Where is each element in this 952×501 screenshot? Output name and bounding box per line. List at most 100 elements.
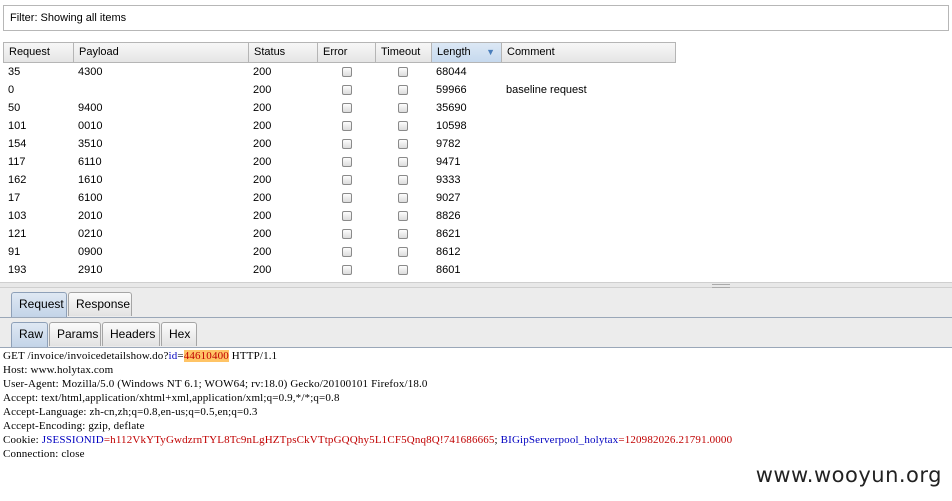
sort-descending-icon: ▼ bbox=[486, 47, 495, 57]
timeout-checkbox[interactable] bbox=[398, 229, 408, 239]
cell-comment bbox=[501, 153, 676, 171]
cell-payload: 0010 bbox=[78, 120, 103, 132]
timeout-checkbox[interactable] bbox=[398, 175, 408, 185]
cell-length: 68044 bbox=[436, 66, 467, 78]
table-row[interactable]: 17 6100 200 9027 bbox=[3, 189, 676, 207]
cell-status: 200 bbox=[253, 120, 272, 132]
tab-request[interactable]: Request bbox=[11, 292, 67, 317]
filter-bar[interactable]: Filter: Showing all items bbox=[3, 5, 949, 31]
table-body: 35 4300 200 68044 0 200 59966 baseline request 5… bbox=[3, 63, 676, 279]
table-row[interactable]: 103 2010 200 8826 bbox=[3, 207, 676, 225]
table-row[interactable]: 101 0010 200 10598 bbox=[3, 117, 676, 135]
error-checkbox[interactable] bbox=[342, 229, 352, 239]
timeout-checkbox[interactable] bbox=[398, 139, 408, 149]
table-row[interactable]: 35 4300 200 68044 bbox=[3, 63, 676, 81]
column-header-comment[interactable]: Comment bbox=[502, 43, 676, 62]
cell-payload: 3510 bbox=[78, 138, 103, 150]
error-checkbox[interactable] bbox=[342, 121, 352, 131]
table-row[interactable]: 50 9400 200 35690 bbox=[3, 99, 676, 117]
cell-comment bbox=[501, 225, 676, 243]
tab-raw[interactable]: Raw bbox=[11, 322, 48, 347]
request-line-path: GET /invoice/invoicedetailshow.do? bbox=[3, 350, 169, 362]
message-tabs: Request Response bbox=[0, 288, 952, 318]
column-header-error[interactable]: Error bbox=[318, 43, 376, 62]
column-header-payload[interactable]: Payload bbox=[74, 43, 249, 62]
error-checkbox[interactable] bbox=[342, 265, 352, 275]
column-header-length[interactable]: Length ▼ bbox=[432, 43, 502, 62]
error-checkbox[interactable] bbox=[342, 139, 352, 149]
cell-status: 200 bbox=[253, 156, 272, 168]
error-checkbox[interactable] bbox=[342, 103, 352, 113]
cell-length: 8826 bbox=[436, 210, 461, 222]
cell-request: 0 bbox=[8, 84, 15, 96]
header-accept-language: Accept-Language: zh-cn,zh;q=0.8,en-us;q=… bbox=[3, 406, 258, 418]
table-row[interactable]: 91 0900 200 8612 bbox=[3, 243, 676, 261]
cell-status: 200 bbox=[253, 192, 272, 204]
cell-length: 8601 bbox=[436, 264, 461, 276]
error-checkbox[interactable] bbox=[342, 175, 352, 185]
tab-response[interactable]: Response bbox=[68, 292, 132, 316]
cell-comment: baseline request bbox=[506, 84, 587, 96]
header-host: Host: www.holytax.com bbox=[3, 364, 114, 376]
cell-payload: 9400 bbox=[78, 102, 103, 114]
tab-hex[interactable]: Hex bbox=[161, 322, 197, 346]
cell-length: 9471 bbox=[436, 156, 461, 168]
timeout-checkbox[interactable] bbox=[398, 103, 408, 113]
cell-status: 200 bbox=[253, 102, 272, 114]
table-row[interactable]: 117 6110 200 9471 bbox=[3, 153, 676, 171]
cell-status: 200 bbox=[253, 138, 272, 150]
cell-payload: 0210 bbox=[78, 228, 103, 240]
timeout-checkbox[interactable] bbox=[398, 247, 408, 257]
cell-request: 17 bbox=[8, 192, 21, 204]
cookie-jsessionid-value: =h112VkYTyGwdzrnTYL8Tc9nLgHZTpsCkVTtpGQQ… bbox=[103, 434, 495, 446]
timeout-checkbox[interactable] bbox=[398, 265, 408, 275]
cookie-bigip-value: =120982026.21791.0000 bbox=[618, 434, 733, 446]
watermark: www.wooyun.org bbox=[755, 463, 942, 487]
cell-comment bbox=[501, 243, 676, 261]
cell-request: 103 bbox=[8, 210, 27, 222]
cookie-jsessionid-name: JSESSIONID bbox=[41, 434, 104, 446]
cell-payload: 0900 bbox=[78, 246, 103, 258]
table-row[interactable]: 121 0210 200 8621 bbox=[3, 225, 676, 243]
cell-comment bbox=[501, 189, 676, 207]
error-checkbox[interactable] bbox=[342, 85, 352, 95]
cell-request: 162 bbox=[8, 174, 27, 186]
column-header-timeout[interactable]: Timeout bbox=[376, 43, 432, 62]
cell-payload: 4300 bbox=[78, 66, 103, 78]
table-row[interactable]: 193 2910 200 8601 bbox=[3, 261, 676, 279]
column-header-request[interactable]: Request bbox=[4, 43, 74, 62]
cell-comment bbox=[501, 207, 676, 225]
request-line: GET /invoice/invoicedetailshow.do?id=446… bbox=[3, 349, 277, 363]
timeout-checkbox[interactable] bbox=[398, 193, 408, 203]
tab-params[interactable]: Params bbox=[49, 322, 101, 346]
header-connection: Connection: close bbox=[3, 448, 85, 460]
cell-request: 101 bbox=[8, 120, 27, 132]
error-checkbox[interactable] bbox=[342, 211, 352, 221]
timeout-checkbox[interactable] bbox=[398, 67, 408, 77]
cell-payload bbox=[73, 81, 248, 99]
table-row[interactable]: 0 200 59966 baseline request bbox=[3, 81, 676, 99]
cell-status: 200 bbox=[253, 84, 272, 96]
header-accept: Accept: text/html,application/xhtml+xml,… bbox=[3, 392, 340, 404]
cell-length: 8621 bbox=[436, 228, 461, 240]
timeout-checkbox[interactable] bbox=[398, 157, 408, 167]
error-checkbox[interactable] bbox=[342, 67, 352, 77]
table-row[interactable]: 162 1610 200 9333 bbox=[3, 171, 676, 189]
error-checkbox[interactable] bbox=[342, 193, 352, 203]
table-header: Request Payload Status Error Timeout Len… bbox=[3, 42, 676, 63]
timeout-checkbox[interactable] bbox=[398, 121, 408, 131]
cell-status: 200 bbox=[253, 174, 272, 186]
header-user-agent: User-Agent: Mozilla/5.0 (Windows NT 6.1;… bbox=[3, 378, 428, 390]
tab-headers[interactable]: Headers bbox=[102, 322, 160, 346]
timeout-checkbox[interactable] bbox=[398, 211, 408, 221]
error-checkbox[interactable] bbox=[342, 247, 352, 257]
cell-request: 117 bbox=[8, 156, 26, 168]
cookie-label: Cookie: bbox=[3, 434, 42, 446]
timeout-checkbox[interactable] bbox=[398, 85, 408, 95]
cell-length: 10598 bbox=[436, 120, 467, 132]
cell-comment bbox=[501, 63, 676, 81]
table-row[interactable]: 154 3510 200 9782 bbox=[3, 135, 676, 153]
error-checkbox[interactable] bbox=[342, 157, 352, 167]
column-header-status[interactable]: Status bbox=[249, 43, 318, 62]
cell-payload: 2910 bbox=[78, 264, 103, 276]
